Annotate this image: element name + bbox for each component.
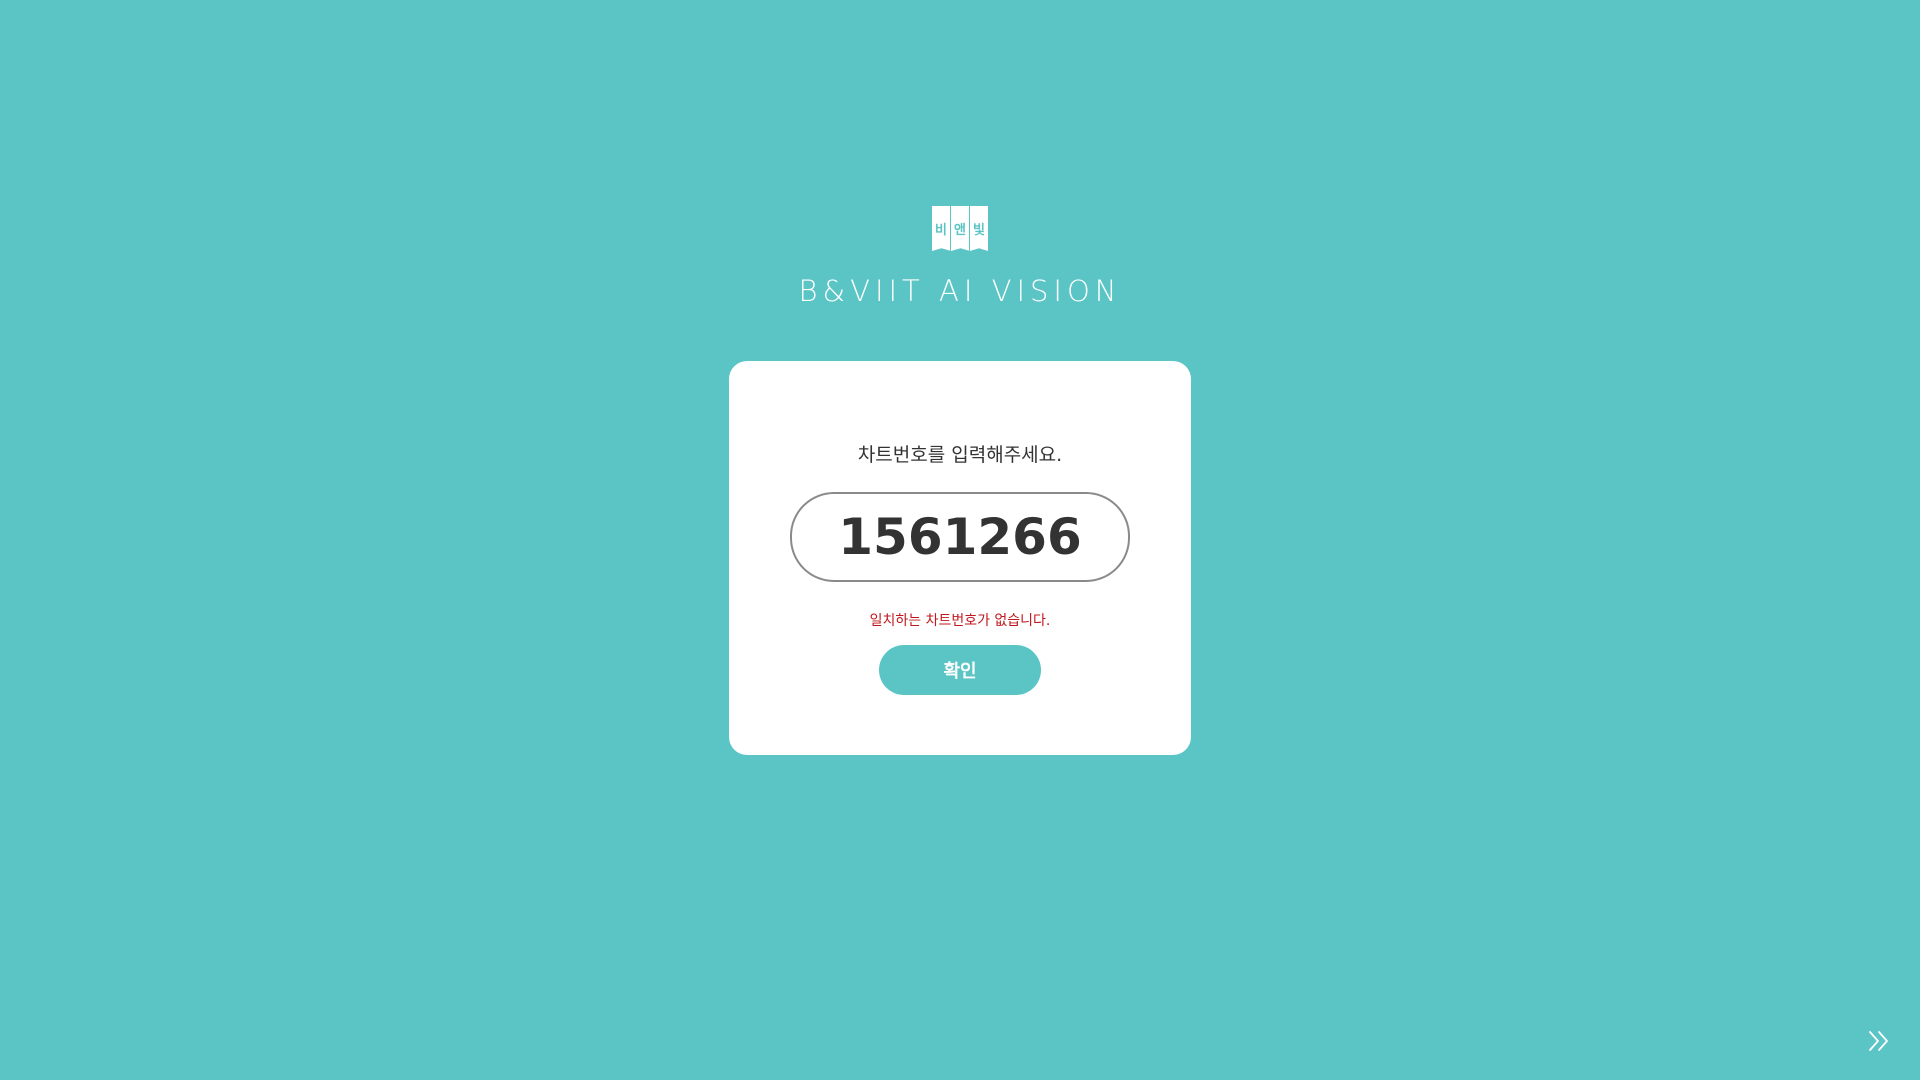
next-button[interactable] — [1864, 1028, 1894, 1054]
logo-panel: 비 — [932, 206, 951, 251]
logo-mark-icon: 비 앤 빛 — [932, 206, 988, 251]
error-message: 일치하는 차트번호가 없습니다. — [869, 613, 1051, 629]
chart-number-card: 차트번호를 입력해주세요. 일치하는 차트번호가 없습니다. 확인 — [729, 361, 1191, 755]
brand-name: B&VIIT AI VISION — [798, 274, 1122, 308]
confirm-button[interactable]: 확인 — [879, 645, 1041, 695]
logo: 비 앤 빛 — [0, 206, 1920, 251]
chart-number-input[interactable] — [790, 492, 1130, 582]
double-chevron-right-icon — [1869, 1031, 1888, 1051]
logo-panel: 앤 — [951, 206, 970, 251]
logo-panel: 빛 — [970, 206, 988, 251]
prompt-label: 차트번호를 입력해주세요. — [857, 444, 1063, 466]
